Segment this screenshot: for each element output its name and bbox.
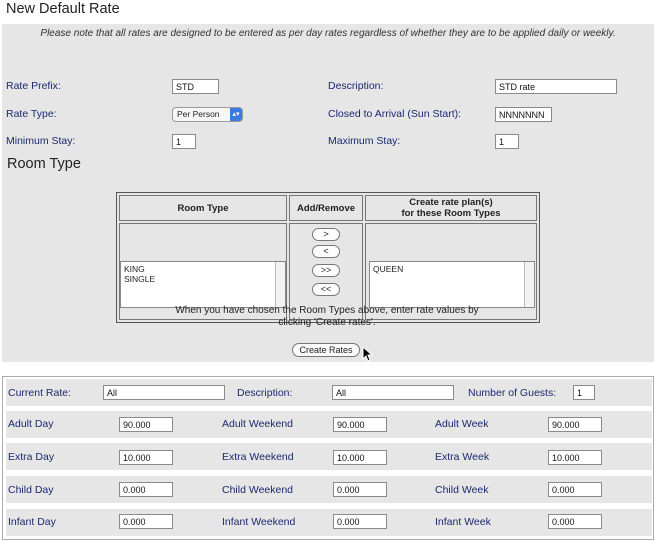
child-day-input[interactable] bbox=[119, 482, 173, 497]
infant-weekend-label: Infant Weekend bbox=[222, 516, 296, 528]
description-label: Description: bbox=[328, 80, 384, 92]
add-all-rooms-button[interactable]: >> bbox=[312, 264, 340, 277]
rates-note: Please note that all rates are designed … bbox=[40, 28, 616, 39]
child-day-label: Child Day bbox=[8, 484, 54, 496]
rate-type-value: Per Person bbox=[177, 109, 220, 119]
child-weekend-input[interactable] bbox=[333, 482, 387, 497]
current-rate-input[interactable] bbox=[103, 385, 225, 400]
create-rates-hint: When you have chosen the Room Types abov… bbox=[162, 305, 492, 329]
child-week-input[interactable] bbox=[548, 482, 602, 497]
extra-weekend-label: Extra Weekend bbox=[222, 451, 294, 463]
rate-prefix-label: Rate Prefix: bbox=[6, 80, 61, 92]
page-title: New Default Rate bbox=[6, 1, 120, 17]
rate-type-label: Rate Type: bbox=[6, 108, 57, 120]
rate-settings-panel: Please note that all rates are designed … bbox=[2, 24, 654, 362]
hint-line-2: clicking 'Create rates'. bbox=[278, 317, 376, 328]
rate-type-select[interactable]: Per Person ▴▾ bbox=[172, 107, 243, 122]
current-rate-label: Current Rate: bbox=[8, 387, 72, 399]
remove-room-button[interactable]: < bbox=[312, 245, 340, 258]
add-room-button[interactable]: > bbox=[312, 228, 340, 241]
list-item[interactable]: QUEEN bbox=[373, 264, 531, 274]
child-week-label: Child Week bbox=[435, 484, 489, 496]
mouse-cursor-icon bbox=[362, 346, 373, 362]
extra-day-input[interactable] bbox=[119, 450, 173, 465]
list-item[interactable]: SINGLE bbox=[124, 274, 282, 284]
add-remove-column-header: Add/Remove bbox=[296, 203, 356, 214]
create-plan-column-header-line1: Create rate plan(s) bbox=[409, 197, 493, 208]
description-input[interactable] bbox=[495, 79, 617, 94]
extra-weekend-input[interactable] bbox=[333, 450, 387, 465]
closed-to-arrival-input[interactable] bbox=[495, 107, 552, 122]
list-scrollbar[interactable] bbox=[524, 262, 534, 307]
infant-day-input[interactable] bbox=[119, 514, 173, 529]
available-room-types-list[interactable]: KING SINGLE bbox=[120, 261, 286, 308]
adult-week-label: Adult Week bbox=[435, 418, 489, 430]
infant-day-label: Infant Day bbox=[8, 516, 56, 528]
hint-line-1: When you have chosen the Room Types abov… bbox=[175, 305, 479, 316]
adult-week-input[interactable] bbox=[548, 417, 602, 432]
maximum-stay-input[interactable] bbox=[495, 134, 519, 149]
create-plan-column-header-line2: for these Room Types bbox=[401, 208, 501, 219]
updown-arrows-icon: ▴▾ bbox=[230, 108, 242, 121]
rate-prefix-input[interactable] bbox=[172, 79, 219, 94]
child-weekend-label: Child Weekend bbox=[222, 484, 294, 496]
maximum-stay-label: Maximum Stay: bbox=[328, 135, 401, 147]
extra-week-label: Extra Week bbox=[435, 451, 490, 463]
list-scrollbar[interactable] bbox=[275, 262, 285, 307]
infant-week-input[interactable] bbox=[548, 514, 602, 529]
selected-room-types-list[interactable]: QUEEN bbox=[369, 261, 535, 308]
adult-weekend-input[interactable] bbox=[333, 417, 387, 432]
rate-values-grid: Current Rate: Description: Number of Gue… bbox=[2, 376, 654, 540]
extra-week-input[interactable] bbox=[548, 450, 602, 465]
rate-description-label: Description: bbox=[237, 387, 293, 399]
minimum-stay-input[interactable] bbox=[172, 134, 196, 149]
infant-week-label: Infant Week bbox=[435, 516, 491, 528]
adult-day-label: Adult Day bbox=[8, 418, 54, 430]
minimum-stay-label: Minimum Stay: bbox=[6, 135, 76, 147]
room-type-heading: Room Type bbox=[7, 156, 81, 172]
number-of-guests-label: Number of Guests: bbox=[468, 387, 557, 399]
number-of-guests-input[interactable] bbox=[573, 385, 595, 400]
infant-weekend-input[interactable] bbox=[333, 514, 387, 529]
list-item[interactable]: KING bbox=[124, 264, 282, 274]
room-type-column-header: Room Type bbox=[177, 203, 229, 214]
adult-weekend-label: Adult Weekend bbox=[222, 418, 294, 430]
extra-day-label: Extra Day bbox=[8, 451, 55, 463]
closed-to-arrival-label: Closed to Arrival (Sun Start): bbox=[328, 108, 462, 120]
adult-day-input[interactable] bbox=[119, 417, 173, 432]
remove-all-rooms-button[interactable]: << bbox=[312, 283, 340, 296]
create-rates-button[interactable]: Create Rates bbox=[292, 343, 360, 357]
rate-description-input[interactable] bbox=[332, 385, 454, 400]
